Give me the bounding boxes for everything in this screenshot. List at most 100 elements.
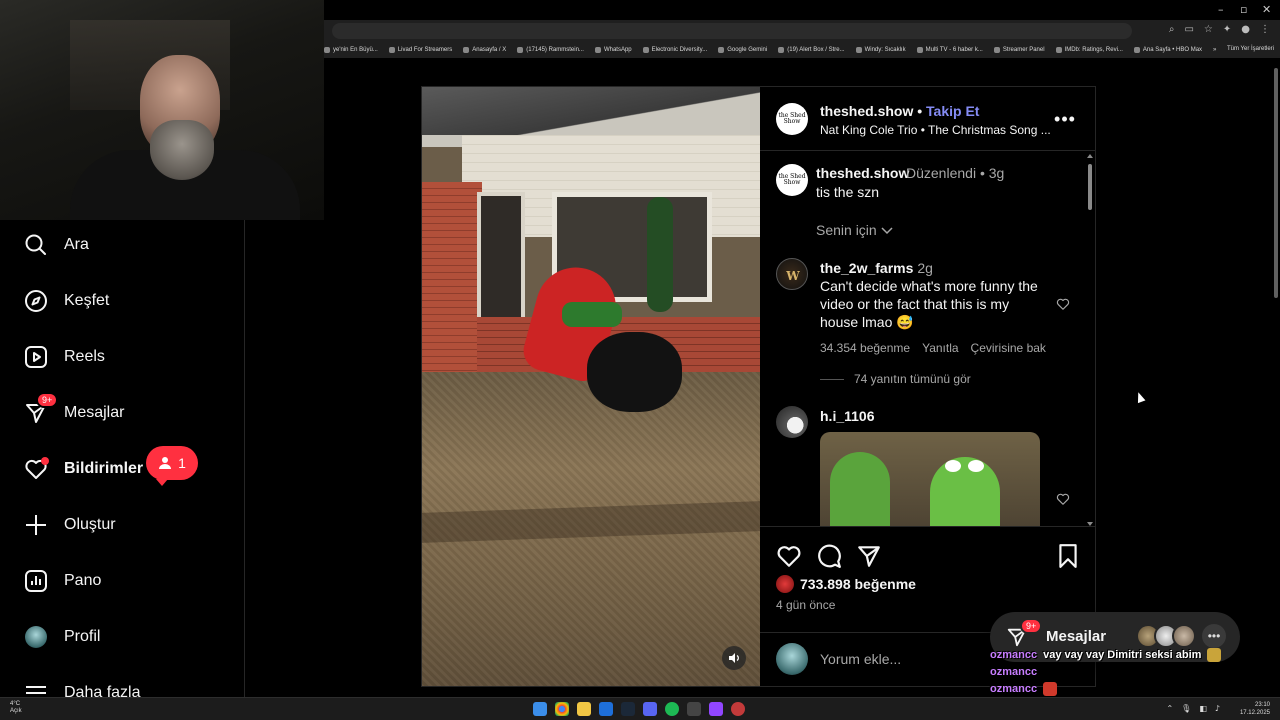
save-icon[interactable]: [1055, 543, 1081, 569]
app-icon[interactable]: [687, 702, 701, 716]
weather-temp: 4°C: [10, 701, 21, 707]
bookmarks-overflow-icon[interactable]: »: [1213, 47, 1216, 53]
video-inflatable-pants: [587, 332, 682, 412]
discord-icon[interactable]: [643, 702, 657, 716]
tray-chevron-icon[interactable]: ⌃: [1166, 704, 1173, 713]
commenter-avatar[interactable]: W: [776, 258, 808, 290]
chrome-icon[interactable]: [555, 702, 569, 716]
comment-sort-dropdown[interactable]: Senin için: [816, 222, 893, 238]
comment-like-icon[interactable]: [1056, 492, 1070, 506]
bookmark-favicon-icon: [916, 47, 923, 53]
caption-text: tis the szn: [816, 184, 880, 200]
view-replies-button[interactable]: 74 yanıtın tümünü gör: [820, 372, 971, 386]
reels-icon: [24, 345, 48, 369]
reel-video[interactable]: [422, 87, 760, 686]
like-icon[interactable]: [776, 543, 802, 569]
follow-button[interactable]: Takip Et: [926, 103, 979, 119]
bookmark-item[interactable]: (17145) Rammstein...: [517, 47, 584, 53]
notification-bubble[interactable]: 1: [146, 446, 198, 486]
network-icon[interactable]: ◧: [1199, 704, 1207, 713]
comment-like-icon[interactable]: [1056, 297, 1070, 311]
twitch-icon[interactable]: [709, 702, 723, 716]
zoom-icon[interactable]: ⌕: [1169, 24, 1175, 35]
sidebar-item-reels[interactable]: Reels: [24, 342, 105, 372]
sidebar-item-explore[interactable]: Keşfet: [24, 286, 109, 316]
volume-icon[interactable]: [722, 646, 746, 670]
scroll-up-icon[interactable]: [1087, 154, 1093, 158]
page-scrollbar[interactable]: [1272, 60, 1280, 700]
bookmark-item[interactable]: Streamer Panel: [993, 47, 1045, 53]
sidebar-item-label: Keşfet: [64, 292, 110, 309]
scroll-down-icon[interactable]: [1087, 522, 1093, 526]
sidebar-item-dashboard[interactable]: Pano: [24, 566, 101, 596]
browser-menu-icon[interactable]: ⋮: [1260, 24, 1270, 35]
bookmark-item[interactable]: Electronic Diversity...: [642, 47, 707, 53]
comment-username[interactable]: h.i_1106: [820, 408, 875, 424]
post-modal: the Shed Show theshed.show • Takip Et Na…: [421, 86, 1096, 687]
caption-avatar[interactable]: the Shed Show: [776, 164, 808, 196]
bookmark-item[interactable]: Windy: Sıcaklık: [855, 47, 906, 53]
comment-username-text[interactable]: the_2w_farms: [820, 260, 913, 276]
more-options-icon[interactable]: •••: [1054, 109, 1075, 129]
comments-section[interactable]: the Shed Show theshed.show Düzenlendi • …: [760, 152, 1095, 527]
bookmark-item[interactable]: Anasayfa / X: [463, 47, 506, 53]
translate-button[interactable]: Çevirisine bak: [971, 341, 1046, 355]
profile-icon[interactable]: ●: [1241, 24, 1250, 35]
audio-track[interactable]: Nat King Cole Trio • The Christmas Song …: [820, 123, 1051, 137]
bookmark-favicon-icon: [1133, 47, 1140, 53]
author-username[interactable]: theshed.show: [820, 103, 913, 119]
bookmark-item[interactable]: Livad For Streamers: [388, 47, 452, 53]
video-brick-column: [422, 182, 482, 382]
volume-icon[interactable]: ♪: [1215, 704, 1220, 713]
bookmark-favicon-icon: [517, 47, 524, 53]
likes-row[interactable]: 733.898 beğenme: [776, 575, 916, 593]
follower-icon: [159, 457, 172, 469]
comment-icon[interactable]: [816, 543, 842, 569]
spotify-icon[interactable]: [665, 702, 679, 716]
bookmark-item[interactable]: (19) Alert Box / Stre...: [778, 47, 845, 53]
start-icon[interactable]: [533, 702, 547, 716]
bookmark-item[interactable]: Ana Sayfa • HBO Max: [1133, 47, 1202, 53]
caption-username[interactable]: theshed.show: [816, 165, 909, 181]
app-icon[interactable]: [599, 702, 613, 716]
scroll-thumb[interactable]: [1088, 164, 1092, 210]
post-date: 4 gün önce: [776, 598, 836, 612]
sidebar-item-search[interactable]: Ara: [24, 230, 89, 260]
sidebar-item-label: Pano: [64, 572, 102, 589]
obs-icon[interactable]: [731, 702, 745, 716]
microphone-icon[interactable]: 🎙: [1181, 704, 1191, 713]
sidebar-item-profile[interactable]: Profil: [24, 622, 100, 652]
file-explorer-icon[interactable]: [577, 702, 591, 716]
bookmark-favicon-icon: [718, 47, 725, 53]
extensions-icon[interactable]: ✦: [1223, 24, 1231, 35]
maximize-icon[interactable]: ▫: [1240, 3, 1247, 16]
reply-button[interactable]: Yanıtla: [922, 341, 958, 355]
sidebar-item-messages[interactable]: 9+ Mesajlar: [24, 392, 124, 428]
weather-widget[interactable]: 4°C Açık: [10, 701, 22, 715]
comments-scrollbar[interactable]: [1086, 154, 1094, 526]
taskbar-clock[interactable]: 23:10 17.12.2025: [1240, 701, 1270, 717]
bookmark-item[interactable]: ye'nin En Büyü...: [324, 47, 378, 53]
share-icon[interactable]: [856, 543, 882, 569]
comment-gif[interactable]: [820, 432, 1040, 526]
url-field[interactable]: [332, 23, 1132, 39]
bookmark-item[interactable]: Google Gemini: [718, 47, 767, 53]
more-chats-icon[interactable]: •••: [1202, 624, 1226, 648]
video-wreath: [647, 197, 673, 312]
bookmark-item[interactable]: IMDb: Ratings, Revi...: [1055, 47, 1123, 53]
chat-emote-icon: [1043, 681, 1058, 696]
author-avatar[interactable]: the Shed Show: [776, 103, 808, 135]
bookmark-star-icon[interactable]: ☆: [1204, 24, 1213, 35]
all-bookmarks-folder[interactable]: Tüm Yer İşaretleri: [1227, 46, 1274, 52]
bookmark-item[interactable]: WhatsApp: [594, 47, 632, 53]
cast-icon[interactable]: ▭: [1184, 24, 1193, 35]
sidebar-item-create[interactable]: Oluştur: [24, 510, 116, 540]
steam-icon[interactable]: [621, 702, 635, 716]
page-scroll-thumb[interactable]: [1274, 68, 1278, 298]
comment-likes[interactable]: 34.354 beğenme: [820, 341, 910, 355]
commenter-avatar[interactable]: [776, 406, 808, 438]
bookmark-item[interactable]: Multi TV - 6 haber k...: [916, 47, 983, 53]
close-icon[interactable]: ✕: [1262, 3, 1271, 16]
minimize-icon[interactable]: –: [1218, 3, 1224, 16]
sidebar-item-notifications[interactable]: Bildirimler: [24, 454, 143, 484]
